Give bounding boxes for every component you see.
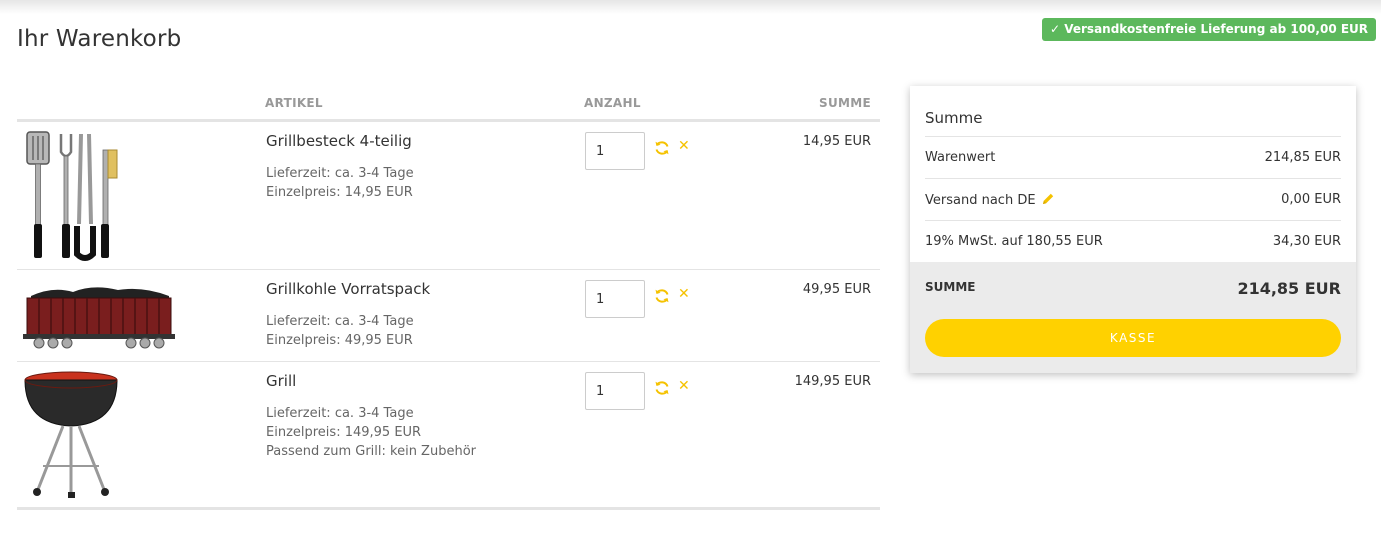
free-shipping-badge: ✓ Versandkostenfreie Lieferung ab 100,00… [1042, 18, 1377, 41]
item-accessory: Passend zum Grill: kein Zubehör [266, 444, 476, 459]
refresh-icon[interactable] [654, 140, 670, 156]
total-label: SUMME [925, 280, 976, 294]
item-sum: 149,95 EUR [794, 374, 871, 389]
warenwert-label: Warenwert [925, 150, 996, 165]
mwst-label: 19% MwSt. auf 180,55 EUR [925, 234, 1103, 249]
versand-label-wrap: Versand nach DE [925, 192, 1055, 208]
item-unit-price: Einzelpreis: 14,95 EUR [266, 185, 413, 200]
quantity-input[interactable] [585, 372, 645, 410]
refresh-icon[interactable] [654, 288, 670, 304]
close-icon[interactable]: ✕ [678, 138, 690, 154]
summary-title: Summe [925, 109, 983, 127]
item-details: Lieferzeit: ca. 3-4 Tage Einzelpreis: 14… [266, 164, 414, 202]
summary-total: SUMME 214,85 EUR KASSE [910, 262, 1356, 373]
pencil-icon[interactable] [1041, 192, 1055, 206]
refresh-icon[interactable] [654, 380, 670, 396]
cart-header-row: ARTIKEL ANZAHL SUMME [17, 86, 880, 122]
summary-line-versand: Versand nach DE 0,00 EUR [925, 178, 1341, 220]
quantity-input[interactable] [585, 280, 645, 318]
item-details: Lieferzeit: ca. 3-4 Tage Einzelpreis: 49… [266, 312, 414, 350]
item-name[interactable]: Grillkohle Vorratspack [266, 280, 430, 298]
close-icon[interactable]: ✕ [678, 378, 690, 394]
close-icon[interactable]: ✕ [678, 286, 690, 302]
item-details: Lieferzeit: ca. 3-4 Tage Einzelpreis: 14… [266, 404, 476, 461]
column-header-anzahl: ANZAHL [584, 96, 641, 110]
order-summary-panel: Summe Warenwert 214,85 EUR Versand nach … [910, 86, 1356, 373]
summary-line-mwst: 19% MwSt. auf 180,55 EUR 34,30 EUR [925, 220, 1341, 262]
item-delivery-time: Lieferzeit: ca. 3-4 Tage [266, 166, 414, 181]
versand-label: Versand nach DE [925, 193, 1036, 208]
versand-value: 0,00 EUR [1281, 192, 1341, 207]
item-unit-price: Einzelpreis: 149,95 EUR [266, 425, 422, 440]
quantity-input[interactable] [585, 132, 645, 170]
item-sum: 14,95 EUR [802, 134, 871, 149]
item-name[interactable]: Grillbesteck 4-teilig [266, 132, 412, 150]
item-delivery-time: Lieferzeit: ca. 3-4 Tage [266, 406, 414, 421]
item-name[interactable]: Grill [266, 372, 296, 390]
summary-line-warenwert: Warenwert 214,85 EUR [925, 136, 1341, 178]
coal-wagon-image [23, 287, 175, 349]
warenwert-value: 214,85 EUR [1264, 150, 1341, 165]
column-header-artikel: ARTIKEL [265, 96, 323, 110]
table-row: Grillkohle Vorratspack Lieferzeit: ca. 3… [17, 270, 880, 362]
total-value: 214,85 EUR [1237, 279, 1341, 298]
grill-utensils-image [26, 131, 118, 261]
item-sum: 49,95 EUR [802, 282, 871, 297]
item-unit-price: Einzelpreis: 49,95 EUR [266, 333, 413, 348]
kettle-grill-image [24, 371, 118, 498]
cart-table: ARTIKEL ANZAHL SUMME Grillbesteck 4-teil… [17, 86, 880, 510]
checkout-button[interactable]: KASSE [925, 319, 1341, 357]
top-shadow [0, 0, 1381, 14]
item-delivery-time: Lieferzeit: ca. 3-4 Tage [266, 314, 414, 329]
page-title: Ihr Warenkorb [17, 26, 182, 52]
table-row: Grillbesteck 4-teilig Lieferzeit: ca. 3-… [17, 122, 880, 270]
mwst-value: 34,30 EUR [1272, 234, 1341, 249]
column-header-summe: SUMME [819, 96, 871, 110]
table-row: Grill Lieferzeit: ca. 3-4 Tage Einzelpre… [17, 362, 880, 510]
